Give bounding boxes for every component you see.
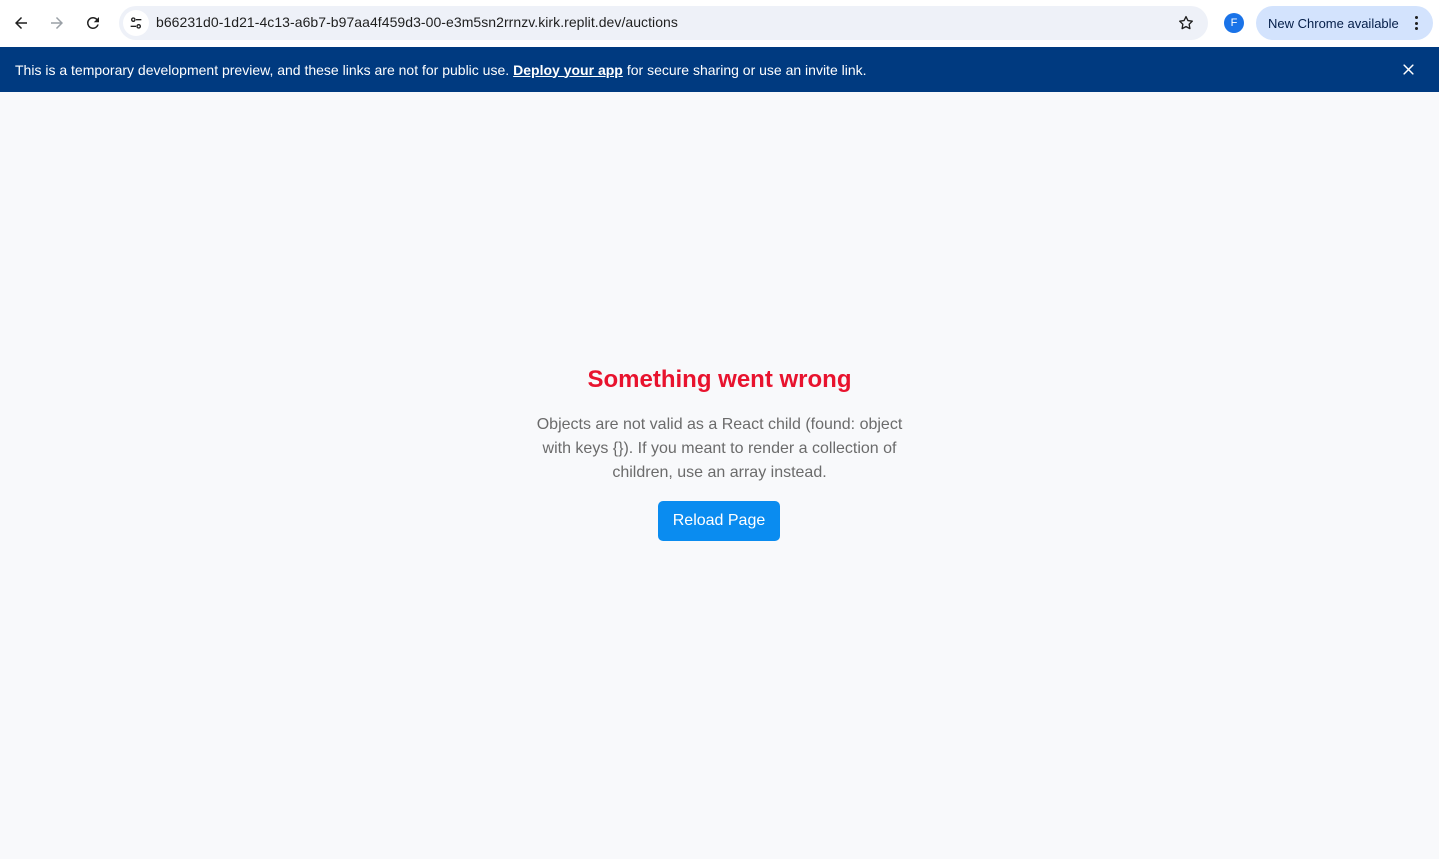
forward-button[interactable]: [42, 8, 72, 38]
deploy-app-link[interactable]: Deploy your app: [513, 62, 623, 78]
kebab-menu-icon[interactable]: [1409, 14, 1423, 32]
address-bar[interactable]: b66231d0-1d21-4c13-a6b7-b97aa4f459d3-00-…: [119, 6, 1208, 40]
reload-icon: [86, 16, 99, 29]
dev-preview-banner: This is a temporary development preview,…: [0, 47, 1439, 92]
banner-text-after: for secure sharing or use an invite link…: [626, 61, 867, 78]
back-button[interactable]: [6, 8, 36, 38]
error-message: Objects are not valid as a React child (…: [536, 416, 903, 481]
site-info-button[interactable]: [123, 10, 149, 36]
browser-toolbar: b66231d0-1d21-4c13-a6b7-b97aa4f459d3-00-…: [0, 0, 1439, 47]
url-text[interactable]: b66231d0-1d21-4c13-a6b7-b97aa4f459d3-00-…: [156, 14, 678, 30]
tune-icon: [130, 17, 142, 29]
back-arrow-icon: [15, 17, 27, 29]
error-title: Something went wrong: [587, 366, 852, 393]
banner-close-button[interactable]: [1400, 61, 1417, 78]
close-icon: [1403, 64, 1414, 75]
chrome-update-button[interactable]: New Chrome available: [1256, 6, 1433, 40]
banner-text-before: This is a temporary development preview,…: [15, 61, 510, 78]
reload-button[interactable]: [78, 8, 108, 38]
profile-avatar[interactable]: F: [1224, 13, 1244, 33]
error-container: Something went wrong Objects are not val…: [0, 92, 1439, 859]
chrome-update-label: New Chrome available: [1268, 15, 1399, 31]
forward-arrow-icon: [51, 17, 63, 29]
bookmark-button[interactable]: [1176, 13, 1196, 33]
reload-page-button[interactable]: Reload Page: [658, 501, 780, 541]
star-icon: [1179, 15, 1193, 30]
